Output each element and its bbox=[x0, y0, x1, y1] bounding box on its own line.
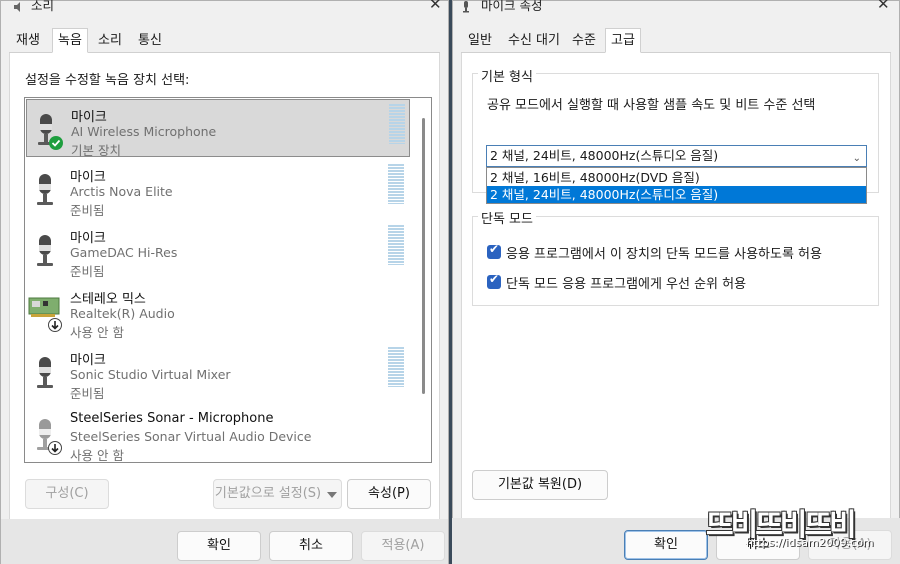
set-default-dropdown[interactable] bbox=[322, 479, 342, 509]
device-status: 기본 장치 bbox=[71, 143, 121, 158]
device-status: 준비됨 bbox=[70, 264, 105, 279]
device-name: 마이크 bbox=[71, 110, 107, 125]
list-item-device[interactable]: 마이크 Arctis Nova Elite 준비됨 bbox=[26, 160, 410, 218]
tab-levels[interactable]: 수준 bbox=[567, 29, 601, 53]
disabled-arrow-icon bbox=[48, 318, 62, 332]
checkmark-icon: ✔ bbox=[488, 242, 500, 256]
device-status: 사용 안 함 bbox=[70, 448, 124, 463]
list-item-device[interactable]: 마이크 AI Wireless Microphone 기본 장치 bbox=[26, 99, 410, 158]
level-meter bbox=[388, 164, 404, 204]
tab-advanced[interactable]: 고급 bbox=[605, 28, 641, 53]
title-bar[interactable]: 마이크 속성 ✕ bbox=[453, 0, 899, 23]
allow-exclusive-label: 응용 프로그램에서 이 장치의 단독 모드를 사용하도록 허용 bbox=[506, 247, 822, 262]
tab-listen[interactable]: 수신 대기 bbox=[503, 29, 565, 53]
speaker-icon bbox=[14, 2, 20, 12]
default-format-title: 기본 형식 bbox=[478, 66, 536, 85]
list-item-device[interactable]: 마이크 Sonic Studio Virtual Mixer 준비됨 bbox=[26, 343, 410, 401]
recording-device-list[interactable]: 마이크 AI Wireless Microphone 기본 장치 마이크 Arc… bbox=[24, 97, 432, 463]
dropdown-option-highlighted[interactable]: 2 채널, 24비트, 48000Hz(스튜디오 음질) bbox=[487, 186, 866, 203]
give-priority-label: 단독 모드 응용 프로그램에게 우선 순위 허용 bbox=[506, 277, 747, 292]
device-name: SteelSeries Sonar - Microphone bbox=[70, 411, 274, 426]
device-name: 마이크 bbox=[70, 353, 106, 368]
device-description: Sonic Studio Virtual Mixer bbox=[70, 367, 231, 382]
tab-sounds[interactable]: 소리 bbox=[93, 29, 127, 53]
list-item-device[interactable]: 스테레오 믹스 Realtek(R) Audio 사용 안 함 bbox=[26, 282, 410, 340]
window-title: 마이크 속성 bbox=[481, 0, 543, 13]
device-description: GameDAC Hi-Res bbox=[70, 245, 178, 260]
tab-bar: 재생 녹음 소리 통신 bbox=[9, 28, 440, 53]
tab-playback[interactable]: 재생 bbox=[11, 29, 45, 53]
chevron-down-icon bbox=[327, 492, 337, 498]
give-priority-checkbox[interactable]: ✔ bbox=[487, 272, 501, 289]
configure-button[interactable]: 구성(C) bbox=[25, 479, 109, 509]
tab-recording[interactable]: 녹음 bbox=[52, 28, 88, 53]
level-meter bbox=[389, 104, 405, 144]
scrollbar[interactable] bbox=[422, 118, 425, 394]
device-name: 마이크 bbox=[70, 231, 106, 246]
device-description: Arctis Nova Elite bbox=[70, 184, 173, 199]
microphone-icon bbox=[37, 235, 53, 266]
microphone-icon bbox=[37, 174, 53, 205]
microphone-icon bbox=[37, 357, 53, 388]
dropdown-option[interactable]: 2 채널, 16비트, 48000Hz(DVD 음질) bbox=[487, 169, 866, 186]
checkmark-icon: ✔ bbox=[488, 272, 500, 286]
dialog-footer: 확인 취소 적용(A) bbox=[1, 519, 448, 564]
title-bar[interactable]: 소리 ✕ bbox=[1, 0, 448, 23]
ok-button[interactable]: 확인 bbox=[624, 530, 708, 560]
sound-card-icon bbox=[28, 297, 60, 317]
list-item-device[interactable]: SteelSeries Sonar - Microphone SteelSeri… bbox=[26, 405, 410, 463]
device-status: 준비됨 bbox=[70, 203, 105, 218]
chevron-down-icon: ⌄ bbox=[852, 153, 861, 164]
restore-defaults-button[interactable]: 기본값 복원(D) bbox=[472, 470, 608, 500]
default-format-description: 공유 모드에서 실행할 때 사용할 샘플 속도 및 비트 수준 선택 bbox=[487, 98, 816, 113]
cancel-button[interactable]: 취소 bbox=[269, 531, 353, 561]
window-title: 소리 bbox=[31, 0, 55, 13]
level-meter bbox=[388, 347, 404, 387]
device-status: 사용 안 함 bbox=[70, 325, 124, 340]
disabled-arrow-icon bbox=[48, 441, 62, 455]
exclusive-mode-title: 단독 모드 bbox=[478, 208, 536, 227]
watermark-url: https://idsam2009.com bbox=[746, 536, 874, 549]
device-description: Realtek(R) Audio bbox=[70, 306, 175, 321]
microphone-icon bbox=[463, 1, 469, 13]
sample-rate-dropdown: 2 채널, 16비트, 48000Hz(DVD 음질) 2 채널, 24비트, … bbox=[486, 167, 867, 204]
device-name: 스테레오 믹스 bbox=[70, 292, 146, 307]
device-description: SteelSeries Sonar Virtual Audio Device bbox=[70, 429, 312, 444]
apply-button[interactable]: 적용(A) bbox=[361, 531, 445, 561]
set-default-button[interactable]: 기본값으로 설정(S) bbox=[213, 479, 323, 509]
properties-button[interactable]: 속성(P) bbox=[347, 479, 431, 509]
list-item-device[interactable]: 마이크 GameDAC Hi-Res 준비됨 bbox=[26, 221, 410, 279]
close-icon[interactable]: ✕ bbox=[877, 0, 890, 13]
sound-dialog: 소리 ✕ 재생 녹음 소리 통신 설정을 수정할 녹음 장치 선택: 마이크 A… bbox=[0, 0, 449, 564]
allow-exclusive-checkbox[interactable]: ✔ bbox=[487, 242, 501, 259]
sample-rate-select[interactable]: 2 채널, 24비트, 48000Hz(스튜디오 음질) ⌄ bbox=[486, 145, 867, 167]
device-select-prompt: 설정을 수정할 녹음 장치 선택: bbox=[25, 73, 190, 88]
tab-general[interactable]: 일반 bbox=[463, 29, 497, 53]
device-status: 준비됨 bbox=[70, 386, 105, 401]
default-check-icon bbox=[49, 136, 63, 150]
device-name: 마이크 bbox=[70, 170, 106, 185]
watermark: 뜨비뜨비뜨비 https://idsam2009.com bbox=[706, 500, 896, 560]
device-description: AI Wireless Microphone bbox=[71, 124, 217, 139]
tab-communications[interactable]: 통신 bbox=[133, 29, 167, 53]
level-meter bbox=[388, 225, 404, 265]
close-icon[interactable]: ✕ bbox=[429, 0, 442, 13]
tab-bar: 일반 수신 대기 수준 고급 bbox=[461, 28, 891, 53]
sample-rate-selected: 2 채널, 24비트, 48000Hz(스튜디오 음질) bbox=[490, 148, 719, 163]
ok-button[interactable]: 확인 bbox=[177, 531, 261, 561]
